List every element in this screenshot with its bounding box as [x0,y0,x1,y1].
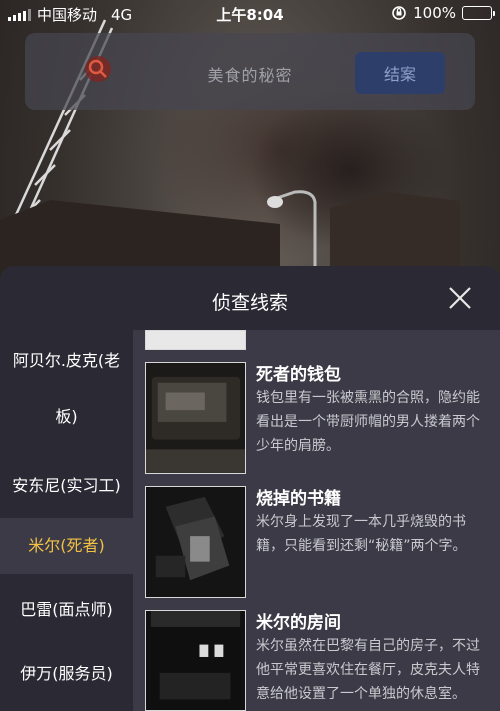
clue-description: 钱包里有一张被熏黑的合照，隐约能看出是一个带厨师帽的男人搂着两个少年的肩膀。 [256,390,480,454]
clue-title: 死者的钱包 [256,365,341,385]
sidebar-item-label-line2: 板) [55,407,78,426]
sidebar-item-label: 安东尼(实习工) [12,476,121,495]
close-icon[interactable] [446,284,474,312]
sidebar-item-label: 米尔(死者) [28,536,105,555]
clue-description: 米尔虽然在巴黎有自己的房子，不过他平常更喜欢住在餐厅，皮克夫人特意给他设置了一个… [256,638,480,702]
clue-image-partial [145,330,246,350]
sidebar-item-ivan[interactable]: 伊万(服务员) [0,646,133,706]
clue-list: 死者的钱包 钱包里有一张被熏黑的合照，隐约能看出是一个带厨师帽的男人搂着两个少年… [133,330,500,711]
sidebar-item-mir[interactable]: 米尔(死者) [0,518,133,574]
clue-title: 烧掉的书籍 [256,489,341,509]
end-case-button[interactable]: 结案 [355,52,445,94]
sidebar-item-barre[interactable]: 巴雷(面点师) [0,582,133,642]
battery-percent: 100% [413,4,456,22]
clue-description: 米尔身上发现了一本几乎烧毁的书籍，只能看到还剩“秘籍”两个字。 [256,514,467,554]
sidebar-item-label: 巴雷(面点师) [20,600,113,619]
suspect-sidebar: 阿贝尔.皮克(老 板) 安东尼(实习工) 米尔(死者) 巴雷(面点师) 伊万(服… [0,330,133,711]
battery-icon [462,6,495,20]
status-right: 100% [391,4,495,22]
wallet-photo [145,362,246,474]
rotation-lock-icon [392,6,406,20]
sidebar-item-anthony[interactable]: 安东尼(实习工) [0,458,133,518]
room-photo [145,610,246,711]
burnt-book-photo [145,486,246,598]
clue-panel: 侦查线索 阿贝尔.皮克(老 板) 安东尼(实习工) 米尔(死者) 巴雷(面点师)… [0,266,500,711]
clue-title: 米尔的房间 [256,613,341,633]
status-bar: 中国移动 4G 上午8:04 100% [0,0,500,26]
sidebar-item-label: 阿贝尔.皮克(老 [12,351,121,370]
panel-title: 侦查线索 [211,292,288,314]
sidebar-item-abel[interactable]: 阿贝尔.皮克(老 板) [0,330,133,452]
sidebar-item-label: 伊万(服务员) [20,664,113,683]
